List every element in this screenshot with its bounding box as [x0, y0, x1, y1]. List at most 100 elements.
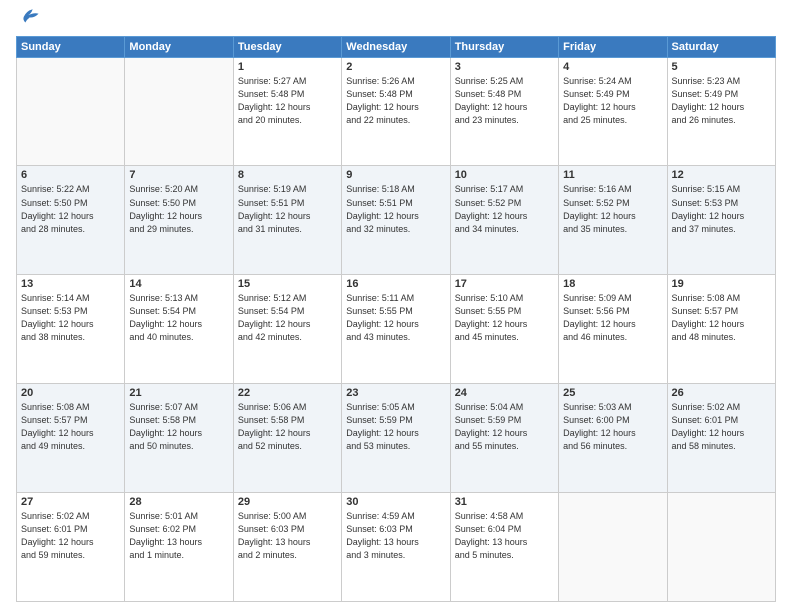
weekday-header-friday: Friday	[559, 36, 667, 57]
day-info: Sunrise: 5:16 AM Sunset: 5:52 PM Dayligh…	[563, 183, 662, 235]
day-info: Sunrise: 5:27 AM Sunset: 5:48 PM Dayligh…	[238, 75, 337, 127]
calendar-cell: 21 Sunrise: 5:07 AM Sunset: 5:58 PM Dayli…	[125, 384, 233, 493]
day-number: 5	[672, 61, 771, 73]
day-info: Sunrise: 5:18 AM Sunset: 5:51 PM Dayligh…	[346, 183, 445, 235]
day-number: 2	[346, 61, 445, 73]
weekday-header-saturday: Saturday	[667, 36, 775, 57]
day-number: 11	[563, 169, 662, 181]
calendar-cell: 29Sunrise: 5:00 AM Sunset: 6:03 PM Dayli…	[233, 493, 341, 602]
day-number: 30	[346, 496, 445, 508]
day-info: Sunrise: 5:07 AM Sunset: 5:58 PM Dayligh…	[129, 401, 228, 453]
calendar-table: SundayMondayTuesdayWednesdayThursdayFrid…	[16, 36, 776, 602]
day-number: 29	[238, 496, 337, 508]
day-number: 25	[563, 387, 662, 399]
calendar-cell: 6 Sunrise: 5:22 AM Sunset: 5:50 PM Daylig…	[17, 166, 125, 275]
calendar-cell: 5 Sunrise: 5:23 AM Sunset: 5:49 PM Daylig…	[667, 57, 775, 166]
day-number: 19	[672, 278, 771, 290]
day-number: 8	[238, 169, 337, 181]
calendar-cell: 18 Sunrise: 5:09 AM Sunset: 5:56 PM Dayli…	[559, 275, 667, 384]
day-info: Sunrise: 5:09 AM Sunset: 5:56 PM Dayligh…	[563, 292, 662, 344]
day-number: 3	[455, 61, 554, 73]
weekday-header-tuesday: Tuesday	[233, 36, 341, 57]
calendar-cell: 13Sunrise: 5:14 AM Sunset: 5:53 PM Dayli…	[17, 275, 125, 384]
calendar-cell: 20 Sunrise: 5:08 AM Sunset: 5:57 PM Dayli…	[17, 384, 125, 493]
day-info: Sunrise: 4:58 AM Sunset: 6:04 PM Dayligh…	[455, 510, 554, 562]
calendar-cell: 16 Sunrise: 5:11 AM Sunset: 5:55 PM Dayli…	[342, 275, 450, 384]
day-number: 14	[129, 278, 228, 290]
calendar-cell	[667, 493, 775, 602]
calendar-week-row: 13Sunrise: 5:14 AM Sunset: 5:53 PM Dayli…	[17, 275, 776, 384]
calendar-cell: 19 Sunrise: 5:08 AM Sunset: 5:57 PM Dayli…	[667, 275, 775, 384]
day-info: Sunrise: 5:08 AM Sunset: 5:57 PM Dayligh…	[21, 401, 120, 453]
day-number: 9	[346, 169, 445, 181]
day-number: 27	[21, 496, 120, 508]
day-number: 4	[563, 61, 662, 73]
calendar-cell: 9 Sunrise: 5:18 AM Sunset: 5:51 PM Daylig…	[342, 166, 450, 275]
calendar-cell: 4 Sunrise: 5:24 AM Sunset: 5:49 PM Daylig…	[559, 57, 667, 166]
day-info: Sunrise: 5:25 AM Sunset: 5:48 PM Dayligh…	[455, 75, 554, 127]
day-info: Sunrise: 5:04 AM Sunset: 5:59 PM Dayligh…	[455, 401, 554, 453]
calendar-cell: 25Sunrise: 5:03 AM Sunset: 6:00 PM Dayli…	[559, 384, 667, 493]
day-number: 22	[238, 387, 337, 399]
day-info: Sunrise: 5:01 AM Sunset: 6:02 PM Dayligh…	[129, 510, 228, 562]
day-info: Sunrise: 5:14 AM Sunset: 5:53 PM Dayligh…	[21, 292, 120, 344]
day-info: Sunrise: 4:59 AM Sunset: 6:03 PM Dayligh…	[346, 510, 445, 562]
day-info: Sunrise: 5:22 AM Sunset: 5:50 PM Dayligh…	[21, 183, 120, 235]
day-number: 21	[129, 387, 228, 399]
calendar-week-row: 20 Sunrise: 5:08 AM Sunset: 5:57 PM Dayli…	[17, 384, 776, 493]
day-info: Sunrise: 5:11 AM Sunset: 5:55 PM Dayligh…	[346, 292, 445, 344]
day-info: Sunrise: 5:02 AM Sunset: 6:01 PM Dayligh…	[672, 401, 771, 453]
calendar-cell: 15 Sunrise: 5:12 AM Sunset: 5:54 PM Dayli…	[233, 275, 341, 384]
calendar-cell: 10Sunrise: 5:17 AM Sunset: 5:52 PM Dayli…	[450, 166, 558, 275]
day-info: Sunrise: 5:10 AM Sunset: 5:55 PM Dayligh…	[455, 292, 554, 344]
day-info: Sunrise: 5:17 AM Sunset: 5:52 PM Dayligh…	[455, 183, 554, 235]
calendar-cell: 1 Sunrise: 5:27 AM Sunset: 5:48 PM Daylig…	[233, 57, 341, 166]
day-number: 12	[672, 169, 771, 181]
day-number: 24	[455, 387, 554, 399]
weekday-header-thursday: Thursday	[450, 36, 558, 57]
day-number: 16	[346, 278, 445, 290]
day-number: 26	[672, 387, 771, 399]
calendar-cell: 14Sunrise: 5:13 AM Sunset: 5:54 PM Dayli…	[125, 275, 233, 384]
day-number: 15	[238, 278, 337, 290]
day-number: 23	[346, 387, 445, 399]
calendar-cell	[17, 57, 125, 166]
day-info: Sunrise: 5:20 AM Sunset: 5:50 PM Dayligh…	[129, 183, 228, 235]
day-info: Sunrise: 5:06 AM Sunset: 5:58 PM Dayligh…	[238, 401, 337, 453]
day-number: 28	[129, 496, 228, 508]
calendar-cell: 26 Sunrise: 5:02 AM Sunset: 6:01 PM Dayli…	[667, 384, 775, 493]
calendar-cell: 31Sunrise: 4:58 AM Sunset: 6:04 PM Dayli…	[450, 493, 558, 602]
day-number: 7	[129, 169, 228, 181]
day-number: 20	[21, 387, 120, 399]
calendar-cell: 17 Sunrise: 5:10 AM Sunset: 5:55 PM Dayli…	[450, 275, 558, 384]
calendar-cell: 7 Sunrise: 5:20 AM Sunset: 5:50 PM Daylig…	[125, 166, 233, 275]
logo	[16, 12, 40, 30]
calendar-cell: 8 Sunrise: 5:19 AM Sunset: 5:51 PM Daylig…	[233, 166, 341, 275]
day-info: Sunrise: 5:24 AM Sunset: 5:49 PM Dayligh…	[563, 75, 662, 127]
calendar-cell: 28 Sunrise: 5:01 AM Sunset: 6:02 PM Dayli…	[125, 493, 233, 602]
logo-bird-icon	[18, 6, 40, 28]
calendar-cell: 30 Sunrise: 4:59 AM Sunset: 6:03 PM Dayli…	[342, 493, 450, 602]
calendar-cell: 12 Sunrise: 5:15 AM Sunset: 5:53 PM Dayli…	[667, 166, 775, 275]
day-info: Sunrise: 5:26 AM Sunset: 5:48 PM Dayligh…	[346, 75, 445, 127]
calendar-cell: 27 Sunrise: 5:02 AM Sunset: 6:01 PM Dayli…	[17, 493, 125, 602]
day-info: Sunrise: 5:23 AM Sunset: 5:49 PM Dayligh…	[672, 75, 771, 127]
day-info: Sunrise: 5:02 AM Sunset: 6:01 PM Dayligh…	[21, 510, 120, 562]
day-number: 17	[455, 278, 554, 290]
day-info: Sunrise: 5:19 AM Sunset: 5:51 PM Dayligh…	[238, 183, 337, 235]
day-info: Sunrise: 5:08 AM Sunset: 5:57 PM Dayligh…	[672, 292, 771, 344]
calendar-cell: 24 Sunrise: 5:04 AM Sunset: 5:59 PM Dayli…	[450, 384, 558, 493]
day-info: Sunrise: 5:15 AM Sunset: 5:53 PM Dayligh…	[672, 183, 771, 235]
calendar-cell: 3 Sunrise: 5:25 AM Sunset: 5:48 PM Daylig…	[450, 57, 558, 166]
day-number: 6	[21, 169, 120, 181]
header	[16, 12, 776, 30]
day-info: Sunrise: 5:05 AM Sunset: 5:59 PM Dayligh…	[346, 401, 445, 453]
calendar-cell	[559, 493, 667, 602]
day-number: 1	[238, 61, 337, 73]
calendar-week-row: 27 Sunrise: 5:02 AM Sunset: 6:01 PM Dayli…	[17, 493, 776, 602]
weekday-header-sunday: Sunday	[17, 36, 125, 57]
day-number: 18	[563, 278, 662, 290]
day-info: Sunrise: 5:12 AM Sunset: 5:54 PM Dayligh…	[238, 292, 337, 344]
calendar-week-row: 1 Sunrise: 5:27 AM Sunset: 5:48 PM Daylig…	[17, 57, 776, 166]
weekday-header-row: SundayMondayTuesdayWednesdayThursdayFrid…	[17, 36, 776, 57]
